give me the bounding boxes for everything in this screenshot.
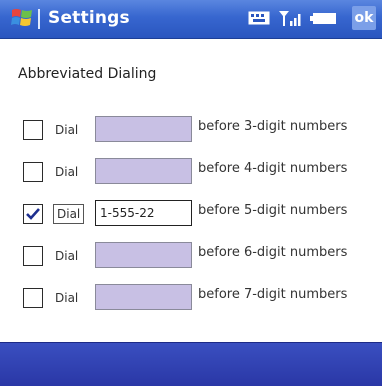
- dial-row: Dial before 7-digit numbers: [0, 280, 382, 316]
- dial-row: Dial before 3-digit numbers: [0, 112, 382, 148]
- dial-label: Dial: [55, 123, 79, 137]
- prefix-input[interactable]: 1-555-22: [95, 200, 192, 226]
- dial-label: Dial: [55, 249, 79, 263]
- dial-checkbox[interactable]: [23, 120, 43, 140]
- menu-bar[interactable]: [0, 342, 382, 386]
- dial-label: Dial: [53, 204, 85, 224]
- dial-label: Dial: [55, 165, 79, 179]
- signal-strength-icon[interactable]: [278, 8, 302, 28]
- row-suffix-label: before 4-digit numbers: [198, 161, 348, 176]
- prefix-input[interactable]: [95, 116, 192, 142]
- window-title: Settings: [48, 8, 130, 28]
- checkmark-icon: [26, 208, 40, 220]
- battery-icon[interactable]: [310, 8, 338, 28]
- prefix-input[interactable]: [95, 242, 192, 268]
- keyboard-icon[interactable]: [248, 8, 270, 28]
- title-separator: [38, 9, 40, 29]
- prefix-input[interactable]: [95, 284, 192, 310]
- dial-checkbox[interactable]: [23, 162, 43, 182]
- row-suffix-label: before 5-digit numbers: [198, 203, 348, 218]
- dial-label: Dial: [55, 291, 79, 305]
- windows-start-icon[interactable]: [10, 6, 34, 30]
- dial-row: Dial before 6-digit numbers: [0, 238, 382, 274]
- dial-checkbox[interactable]: [23, 288, 43, 308]
- dial-checkbox[interactable]: [23, 246, 43, 266]
- prefix-input[interactable]: [95, 158, 192, 184]
- dial-row: Dial 1-555-22 before 5-digit numbers: [0, 196, 382, 232]
- row-suffix-label: before 7-digit numbers: [198, 287, 348, 302]
- row-suffix-label: before 6-digit numbers: [198, 245, 348, 260]
- dial-checkbox[interactable]: [23, 204, 43, 224]
- section-heading: Abbreviated Dialing: [18, 66, 157, 82]
- title-bar: Settings ok: [0, 0, 382, 39]
- dial-row: Dial before 4-digit numbers: [0, 154, 382, 190]
- ok-button[interactable]: ok: [352, 6, 376, 30]
- row-suffix-label: before 3-digit numbers: [198, 119, 348, 134]
